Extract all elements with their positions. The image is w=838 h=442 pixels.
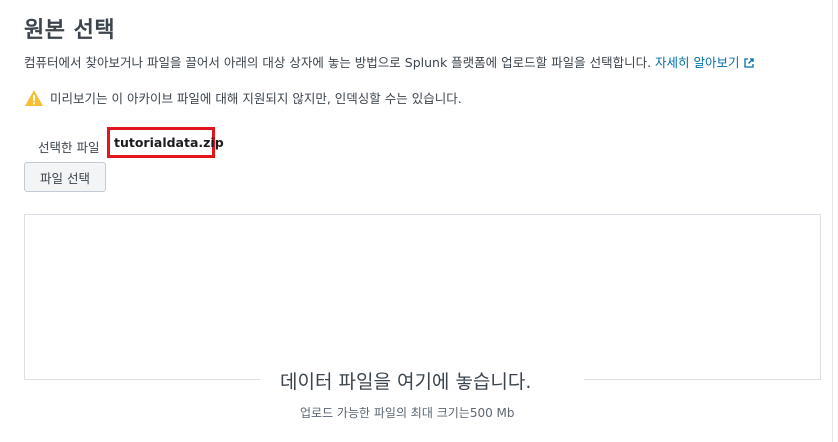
- page-right-border: [832, 0, 833, 442]
- selected-file-name: tutorialdata.zip: [107, 127, 224, 158]
- dropzone-size-limit: 업로드 가능한 파일의 최대 크기는500 Mb: [300, 406, 515, 420]
- warning-text: 미리보기는 이 아카이브 파일에 대해 지원되지 않지만, 인덱싱할 수는 있습…: [50, 91, 462, 106]
- preview-warning: 미리보기는 이 아카이브 파일에 대해 지원되지 않지만, 인덱싱할 수는 있습…: [24, 88, 462, 107]
- warning-triangle-icon: [25, 89, 43, 106]
- page-title: 원본 선택: [24, 18, 116, 43]
- dropzone-divider-right: [584, 379, 821, 380]
- description-text: 컴퓨터에서 찾아보거나 파일을 끌어서 아래의 대상 상자에 놓는 방법으로 S…: [24, 55, 652, 70]
- learn-more-link[interactable]: 자세히 알아보기: [655, 55, 754, 70]
- file-dropzone[interactable]: [24, 214, 821, 379]
- page-description: 컴퓨터에서 찾아보거나 파일을 끌어서 아래의 대상 상자에 놓는 방법으로 S…: [24, 52, 754, 71]
- selected-file-label: 선택한 파일: [38, 140, 100, 155]
- external-link-icon: [743, 58, 754, 68]
- select-file-button[interactable]: 파일 선택: [24, 162, 106, 192]
- dropzone-divider-left: [24, 379, 260, 380]
- dropzone-title: 데이터 파일을 여기에 놓습니다.: [280, 371, 532, 393]
- learn-more-label: 자세히 알아보기: [655, 55, 740, 70]
